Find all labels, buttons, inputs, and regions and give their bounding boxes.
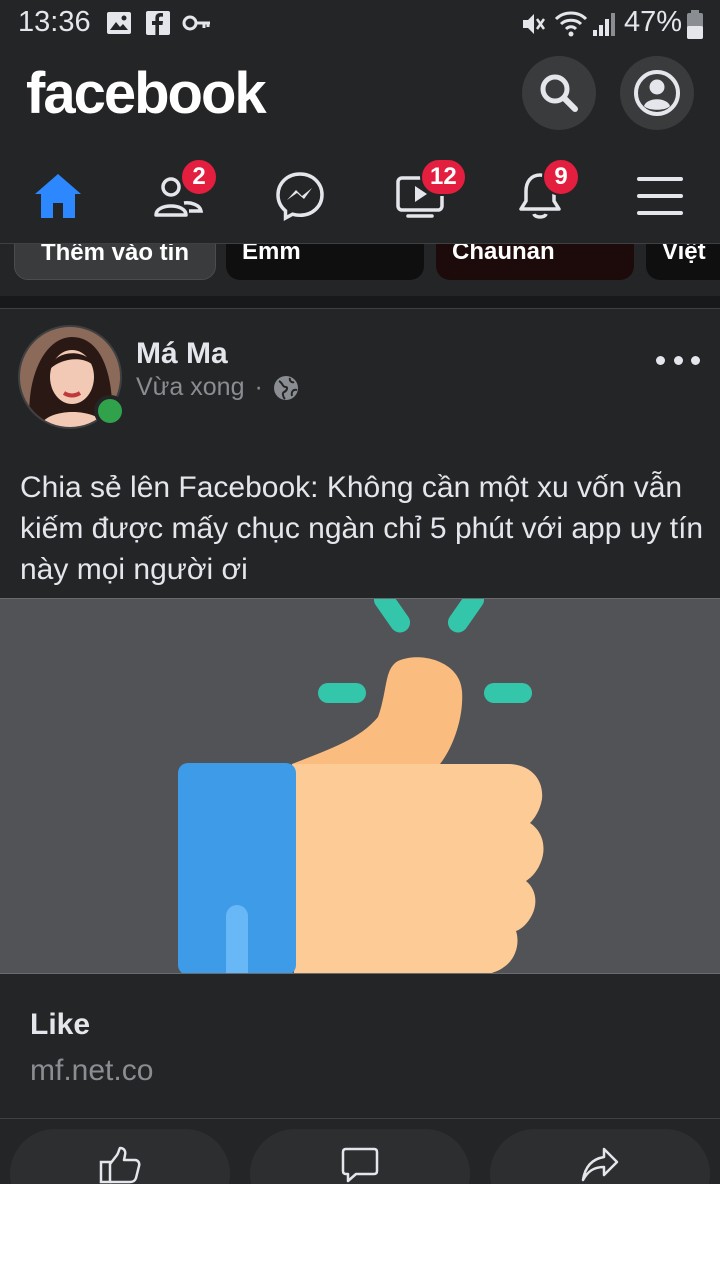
tab-watch[interactable]: 12 xyxy=(390,158,467,226)
share-icon xyxy=(581,1147,619,1182)
messenger-icon xyxy=(276,172,324,221)
facebook-logo[interactable]: facebook xyxy=(26,60,267,127)
search-icon xyxy=(540,74,578,112)
notifications-badge: 9 xyxy=(542,158,580,196)
story-label: Việt xyxy=(662,244,706,265)
like-button[interactable] xyxy=(10,1129,230,1184)
story-item[interactable]: Việt xyxy=(646,244,720,280)
signal-icon xyxy=(593,13,615,36)
feed-post: Má Ma Vừa xong · Chia sẻ lên Facebook: K… xyxy=(0,308,720,1184)
post-text: Chia sẻ lên Facebook: Không cần một xu v… xyxy=(20,471,704,586)
battery-percent: 47% xyxy=(624,6,683,38)
link-title: Like xyxy=(30,1008,91,1041)
section-divider xyxy=(0,296,720,308)
facebook-icon xyxy=(146,11,170,35)
post-meta: Vừa xong · xyxy=(136,373,299,402)
app-bar: facebook xyxy=(0,48,720,150)
story-item[interactable]: Emm xyxy=(226,244,424,280)
watch-badge: 12 xyxy=(420,158,467,196)
stories-strip: Thêm vào tin Emm Chaunan Việt xyxy=(0,244,720,296)
dot xyxy=(656,355,665,365)
post-actions xyxy=(0,1119,720,1184)
link-domain: mf.net.co xyxy=(30,1054,154,1087)
story-item[interactable]: Chaunan xyxy=(436,244,634,280)
tab-menu[interactable] xyxy=(630,166,690,226)
profile-icon xyxy=(634,70,680,116)
search-button[interactable] xyxy=(522,56,596,130)
online-status-dot xyxy=(94,395,126,427)
menu-icon xyxy=(637,177,683,215)
tab-friends[interactable]: 2 xyxy=(148,158,218,226)
story-label: Thêm vào tin xyxy=(40,244,190,266)
globe-icon xyxy=(273,375,298,400)
story-label: Emm xyxy=(242,244,301,265)
profile-button[interactable] xyxy=(620,56,694,130)
battery-icon xyxy=(687,10,703,39)
post-more-button[interactable] xyxy=(656,345,700,375)
dot xyxy=(691,355,700,365)
mute-icon xyxy=(523,14,546,34)
post-time[interactable]: Vừa xong xyxy=(136,373,244,402)
post-author[interactable]: Má Ma xyxy=(136,337,228,371)
thumbs-up-illustration xyxy=(178,599,544,973)
friends-badge: 2 xyxy=(180,158,218,196)
link-preview-image[interactable] xyxy=(0,598,720,974)
comment-icon xyxy=(341,1147,379,1183)
status-time: 13:36 xyxy=(18,6,91,38)
key-icon xyxy=(182,15,210,31)
status-bar: 13:36 47% xyxy=(0,0,720,48)
image-icon xyxy=(107,12,131,34)
meta-separator: · xyxy=(254,373,263,401)
tab-messenger[interactable] xyxy=(270,166,330,226)
like-icon xyxy=(99,1146,141,1184)
home-icon xyxy=(35,174,81,218)
link-preview-footer[interactable]: Like mf.net.co xyxy=(0,974,720,1119)
tab-home[interactable] xyxy=(28,166,88,226)
tab-notifications[interactable]: 9 xyxy=(510,158,580,226)
comment-button[interactable] xyxy=(250,1129,470,1184)
share-button[interactable] xyxy=(490,1129,710,1184)
wifi-icon xyxy=(554,11,588,37)
tab-bar: 2 12 9 xyxy=(0,150,720,244)
story-label: Chaunan xyxy=(452,244,555,265)
facebook-app-screen: 13:36 47% facebook 2 12 9 Thêm vào tin E… xyxy=(0,0,720,1184)
dot xyxy=(673,355,683,365)
story-add[interactable]: Thêm vào tin xyxy=(14,244,216,280)
